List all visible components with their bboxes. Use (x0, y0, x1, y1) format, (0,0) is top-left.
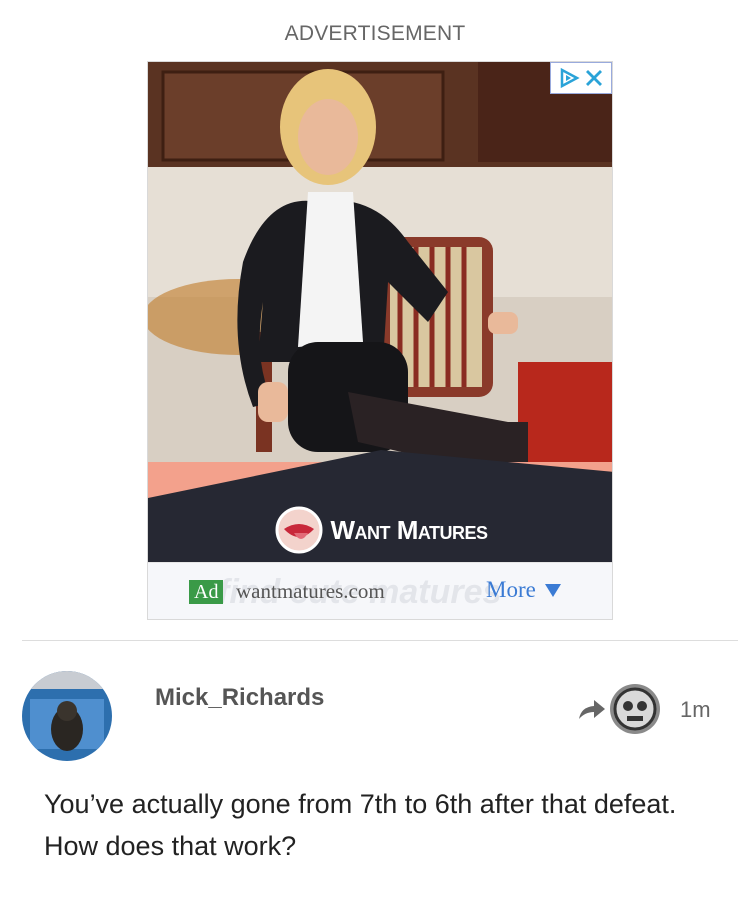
ad-badge: Ad (189, 580, 224, 604)
ad-footer[interactable]: find cute matures Ad wantmatures.com Mor… (148, 562, 612, 619)
ad-more-button[interactable]: More (486, 577, 562, 603)
ad-brand-name: Want Matures (330, 514, 488, 545)
ad-photo[interactable] (148, 62, 613, 562)
brand-logo-icon (275, 506, 323, 554)
triangle-down-icon[interactable] (544, 582, 562, 598)
comment-username[interactable]: Mick_Richards (155, 684, 324, 712)
ad-brand-logo[interactable]: Want Matures (148, 498, 612, 562)
section-divider (22, 640, 738, 641)
reply-arrow-icon[interactable] (577, 697, 607, 723)
comment-body: You’ve actually gone from 7th to 6th aft… (44, 789, 677, 861)
close-icon[interactable] (584, 68, 604, 88)
ad-banner[interactable]: Want Matures find cute matures Ad wantma… (147, 61, 613, 620)
avatar[interactable] (22, 671, 112, 761)
user-avatar-image (22, 671, 112, 761)
ad-choices[interactable] (550, 62, 612, 94)
ad-more-label[interactable]: More (486, 577, 536, 603)
reply-avatar-image (610, 684, 660, 734)
reply-to-avatar[interactable] (610, 684, 660, 734)
ad-domain[interactable]: wantmatures.com (236, 579, 385, 604)
comment-timestamp: 1m (680, 697, 711, 722)
advertisement-label: ADVERTISEMENT (284, 22, 466, 45)
adchoices-icon[interactable] (558, 67, 580, 89)
